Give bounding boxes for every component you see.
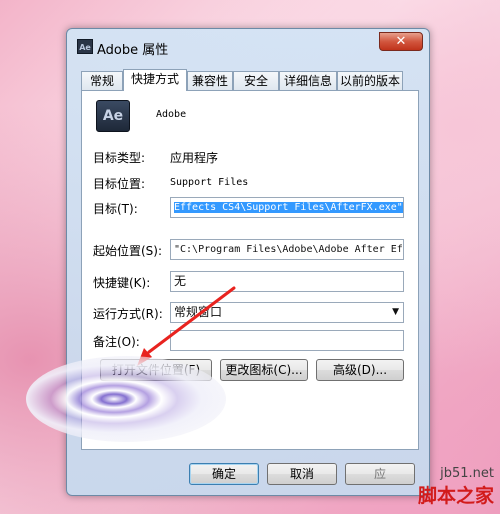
watermark-url: jb51.net bbox=[440, 466, 494, 481]
click-ripple-effect bbox=[26, 356, 226, 442]
site-watermark: jb51.net 脚本之家 bbox=[418, 466, 494, 508]
tab-shortcut[interactable]: 快捷方式 bbox=[123, 69, 187, 91]
watermark-name: 脚本之家 bbox=[417, 485, 494, 507]
red-arrow-annotation bbox=[137, 286, 236, 366]
arrow-shaft bbox=[147, 286, 236, 354]
